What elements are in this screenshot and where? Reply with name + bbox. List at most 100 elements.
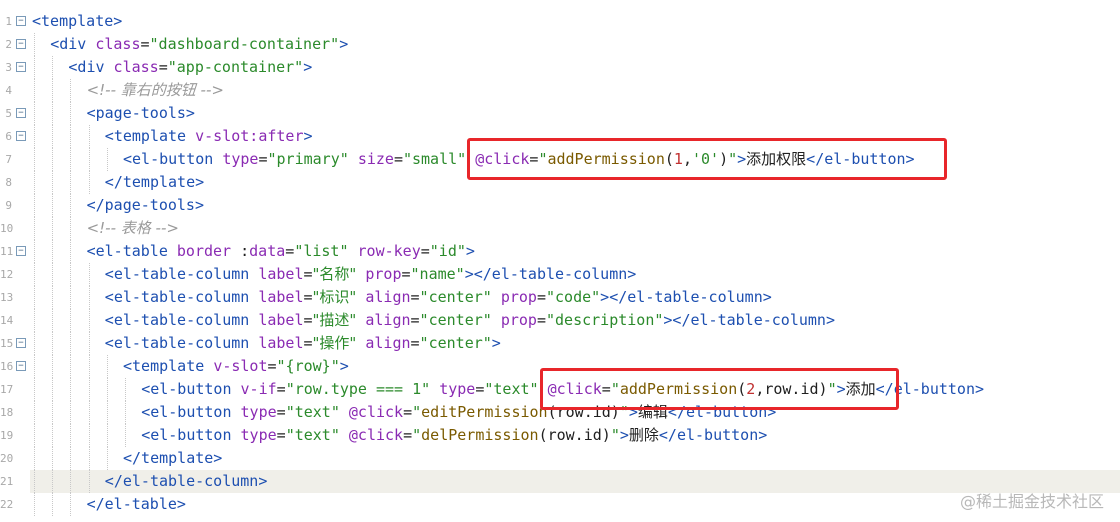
line-number: 1 [5, 15, 12, 28]
fold-toggle-icon[interactable]: − [16, 108, 26, 118]
token-txt: = [303, 311, 313, 329]
indent-guide [52, 309, 54, 332]
line-number: 22 [0, 498, 14, 511]
token-txt: = [258, 150, 268, 168]
indent-guide [125, 424, 126, 447]
code-line[interactable]: 14 <el-table-column label="描述" align="cen… [0, 309, 1120, 332]
fold-toggle-icon[interactable]: − [16, 246, 26, 256]
fold-toggle-icon[interactable]: − [16, 62, 26, 72]
indent-guide [34, 401, 35, 424]
indent-guide [106, 401, 108, 424]
line-number: 5 [5, 107, 12, 120]
code-text: <el-table-column label="标识" align="cente… [105, 286, 772, 309]
indent-guide [70, 355, 72, 378]
token-attr: prop [500, 311, 537, 329]
indent-guide [34, 171, 35, 194]
indent-guide [52, 378, 54, 401]
code-line[interactable]: 1− <template> [0, 10, 1120, 33]
token-tag: ></el-table-column> [663, 311, 835, 329]
token-tag: <template> [32, 12, 123, 30]
token-str: " [610, 426, 620, 444]
indent-guide [88, 309, 90, 332]
code-line[interactable]: 9 </page-tools> [0, 194, 1120, 217]
code-text: <template v-slot:after> [105, 125, 313, 148]
line-number: 16 [0, 360, 14, 373]
indent-guide [70, 217, 72, 240]
fold-toggle-icon[interactable]: − [16, 361, 26, 371]
indent-guide [70, 171, 72, 194]
token-attr: @click [348, 403, 404, 421]
code-text: </page-tools> [87, 194, 204, 217]
code-line[interactable]: 2− <div class="dashboard-container"> [0, 33, 1120, 56]
fold-toggle-icon[interactable]: − [16, 39, 26, 49]
code-line[interactable]: 3− <div class="app-container"> [0, 56, 1120, 79]
token-txt: = [536, 311, 546, 329]
line-number: 18 [0, 406, 14, 419]
code-line[interactable]: 5− <page-tools> [0, 102, 1120, 125]
indent-guide [34, 217, 35, 240]
indent-guide [34, 240, 35, 263]
code-text: <div class="dashboard-container"> [50, 33, 348, 56]
token-cmt: <!-- 靠右的按钮 --> [86, 81, 224, 99]
indent-guide [52, 194, 54, 217]
indent-guide [34, 424, 35, 447]
code-line[interactable]: 4 <!-- 靠右的按钮 --> [0, 79, 1120, 102]
token-attr: type [439, 380, 476, 398]
code-line[interactable]: 10 <!-- 表格 --> [0, 217, 1120, 240]
token-attr: prop [365, 265, 402, 283]
token-txt: = [420, 242, 430, 260]
indent-guide [70, 79, 72, 102]
token-attr: label [258, 288, 304, 306]
highlight-box-add-permission-root [467, 138, 948, 180]
token-tag: > [619, 426, 629, 444]
fold-toggle-icon[interactable]: − [16, 16, 26, 26]
token-attr: align [365, 334, 411, 352]
token-str: "id" [429, 242, 466, 260]
code-line[interactable]: 19 <el-button type="text" @click="delPerm… [0, 424, 1120, 447]
line-number: 10 [0, 222, 14, 235]
code-editor[interactable]: 1− <template> 2− <div class="dashboard-cont… [0, 0, 1120, 522]
indent-guide [52, 470, 54, 493]
token-cmt: <!-- 表格 --> [86, 219, 179, 237]
code-line[interactable]: 21 </el-table-column> [0, 470, 1120, 493]
indent-guide [34, 378, 35, 401]
indent-guide [52, 286, 54, 309]
token-str: "标识" [312, 288, 357, 306]
token-tag: > [339, 357, 349, 375]
token-txt: = [410, 334, 420, 352]
token-tag: <div [50, 35, 96, 53]
code-text: <el-table-column label="描述" align="cente… [105, 309, 835, 332]
fold-toggle-icon[interactable]: − [16, 338, 26, 348]
indent-guide [34, 102, 35, 125]
token-txt: = [276, 426, 286, 444]
code-line[interactable]: 15− <el-table-column label="操作" align="ce… [0, 332, 1120, 355]
token-tag: </template> [123, 449, 223, 467]
code-line[interactable]: 22 </el-table> [0, 493, 1120, 516]
code-line[interactable]: 12 <el-table-column label="名称" prop="name… [0, 263, 1120, 286]
indent-guide [70, 148, 72, 171]
token-txt: = [285, 242, 295, 260]
fold-toggle-icon[interactable]: − [16, 131, 26, 141]
indent-guide [52, 240, 54, 263]
indent-guide [70, 102, 72, 125]
code-text: </el-table-column> [105, 470, 268, 493]
token-txt: = [140, 35, 150, 53]
indent-guide [88, 286, 90, 309]
code-text: <el-table-column label="名称" prop="name">… [105, 263, 637, 286]
token-tag: ></el-table-column> [600, 288, 772, 306]
indent-guide [34, 355, 35, 378]
code-line[interactable]: 20 </template> [0, 447, 1120, 470]
indent-guide [34, 470, 35, 493]
indent-guide [70, 493, 72, 516]
token-str: " [412, 403, 422, 421]
token-attr: border [176, 242, 232, 260]
code-line[interactable]: 13 <el-table-column label="标识" align="cen… [0, 286, 1120, 309]
token-tag: <el-table-column [104, 265, 259, 283]
code-line[interactable]: 11− <el-table border :data="list" row-key… [0, 240, 1120, 263]
